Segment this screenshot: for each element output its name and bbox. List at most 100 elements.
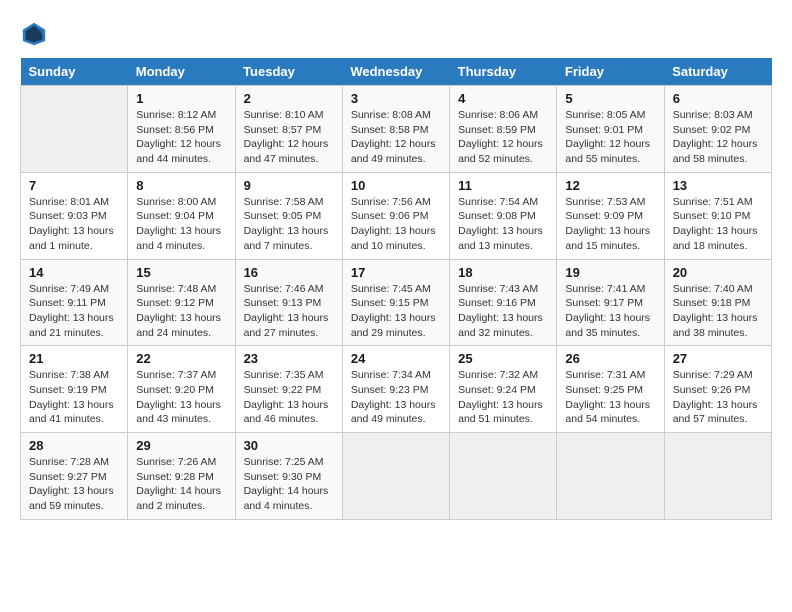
calendar-cell: 22 Sunrise: 7:37 AM Sunset: 9:20 PM Dayli… [128,346,235,433]
calendar-cell: 29 Sunrise: 7:26 AM Sunset: 9:28 PM Dayli… [128,433,235,520]
day-number: 4 [458,91,548,106]
day-number: 26 [565,351,655,366]
day-number: 9 [244,178,334,193]
day-info: Sunrise: 7:58 AM Sunset: 9:05 PM Dayligh… [244,195,334,254]
calendar-cell: 26Sunrise: 7:31 AM Sunset: 9:25 PM Dayli… [557,346,664,433]
day-info: Sunrise: 7:56 AM Sunset: 9:06 PM Dayligh… [351,195,441,254]
day-info: Sunrise: 8:00 AM Sunset: 9:04 PM Dayligh… [136,195,226,254]
calendar-cell: 17 Sunrise: 7:45 AM Sunset: 9:15 PM Dayli… [342,259,449,346]
calendar-cell: 24 Sunrise: 7:34 AM Sunset: 9:23 PM Dayli… [342,346,449,433]
calendar-cell: 20 Sunrise: 7:40 AM Sunset: 9:18 PM Dayli… [664,259,771,346]
calendar-cell: 10 Sunrise: 7:56 AM Sunset: 9:06 PM Dayli… [342,172,449,259]
day-number: 2 [244,91,334,106]
day-number: 17 [351,265,441,280]
day-number: 19 [565,265,655,280]
calendar-cell [342,433,449,520]
day-number: 3 [351,91,441,106]
logo-icon [20,20,48,48]
day-info: Sunrise: 7:25 AM Sunset: 9:30 PM Dayligh… [244,455,334,514]
week-row-5: 28 Sunrise: 7:28 AM Sunset: 9:27 PM Dayli… [21,433,772,520]
day-info: Sunrise: 7:45 AM Sunset: 9:15 PM Dayligh… [351,282,441,341]
day-header-sunday: Sunday [21,58,128,86]
day-info: Sunrise: 7:29 AM Sunset: 9:26 PM Dayligh… [673,368,763,427]
day-number: 20 [673,265,763,280]
day-info: Sunrise: 7:51 AM Sunset: 9:10 PM Dayligh… [673,195,763,254]
day-number: 22 [136,351,226,366]
calendar-cell: 13 Sunrise: 7:51 AM Sunset: 9:10 PM Dayli… [664,172,771,259]
day-number: 27 [673,351,763,366]
day-number: 11 [458,178,548,193]
calendar-cell: 16 Sunrise: 7:46 AM Sunset: 9:13 PM Dayli… [235,259,342,346]
day-header-tuesday: Tuesday [235,58,342,86]
calendar-cell [557,433,664,520]
day-info: Sunrise: 7:41 AM Sunset: 9:17 PM Dayligh… [565,282,655,341]
calendar-cell [450,433,557,520]
calendar-cell: 5Sunrise: 8:05 AM Sunset: 9:01 PM Daylig… [557,86,664,173]
calendar-cell: 14 Sunrise: 7:49 AM Sunset: 9:11 PM Dayli… [21,259,128,346]
day-info: Sunrise: 7:40 AM Sunset: 9:18 PM Dayligh… [673,282,763,341]
day-number: 25 [458,351,548,366]
day-info: Sunrise: 8:08 AM Sunset: 8:58 PM Dayligh… [351,108,441,167]
calendar-cell: 8Sunrise: 8:00 AM Sunset: 9:04 PM Daylig… [128,172,235,259]
day-header-friday: Friday [557,58,664,86]
logo [20,20,52,48]
day-info: Sunrise: 8:10 AM Sunset: 8:57 PM Dayligh… [244,108,334,167]
day-number: 6 [673,91,763,106]
calendar-cell: 25 Sunrise: 7:32 AM Sunset: 9:24 PM Dayli… [450,346,557,433]
calendar-table: SundayMondayTuesdayWednesdayThursdayFrid… [20,58,772,520]
calendar-cell: 6 Sunrise: 8:03 AM Sunset: 9:02 PM Daylig… [664,86,771,173]
day-info: Sunrise: 8:03 AM Sunset: 9:02 PM Dayligh… [673,108,763,167]
calendar-cell: 4 Sunrise: 8:06 AM Sunset: 8:59 PM Daylig… [450,86,557,173]
week-row-1: 1 Sunrise: 8:12 AM Sunset: 8:56 PM Daylig… [21,86,772,173]
day-number: 1 [136,91,226,106]
day-info: Sunrise: 7:53 AM Sunset: 9:09 PM Dayligh… [565,195,655,254]
day-info: Sunrise: 7:38 AM Sunset: 9:19 PM Dayligh… [29,368,119,427]
day-number: 14 [29,265,119,280]
calendar-cell: 21 Sunrise: 7:38 AM Sunset: 9:19 PM Dayli… [21,346,128,433]
calendar-cell: 15Sunrise: 7:48 AM Sunset: 9:12 PM Dayli… [128,259,235,346]
day-info: Sunrise: 7:34 AM Sunset: 9:23 PM Dayligh… [351,368,441,427]
week-row-3: 14 Sunrise: 7:49 AM Sunset: 9:11 PM Dayli… [21,259,772,346]
day-info: Sunrise: 7:26 AM Sunset: 9:28 PM Dayligh… [136,455,226,514]
day-info: Sunrise: 7:28 AM Sunset: 9:27 PM Dayligh… [29,455,119,514]
day-number: 28 [29,438,119,453]
day-number: 10 [351,178,441,193]
day-info: Sunrise: 7:48 AM Sunset: 9:12 PM Dayligh… [136,282,226,341]
calendar-cell: 1 Sunrise: 8:12 AM Sunset: 8:56 PM Daylig… [128,86,235,173]
calendar-cell: 19 Sunrise: 7:41 AM Sunset: 9:17 PM Dayli… [557,259,664,346]
week-row-4: 21 Sunrise: 7:38 AM Sunset: 9:19 PM Dayli… [21,346,772,433]
calendar-cell: 30 Sunrise: 7:25 AM Sunset: 9:30 PM Dayli… [235,433,342,520]
day-number: 24 [351,351,441,366]
day-header-wednesday: Wednesday [342,58,449,86]
header [20,20,772,48]
calendar-cell: 28 Sunrise: 7:28 AM Sunset: 9:27 PM Dayli… [21,433,128,520]
calendar-cell: 23Sunrise: 7:35 AM Sunset: 9:22 PM Dayli… [235,346,342,433]
calendar-cell: 3 Sunrise: 8:08 AM Sunset: 8:58 PM Daylig… [342,86,449,173]
week-row-2: 7 Sunrise: 8:01 AM Sunset: 9:03 PM Daylig… [21,172,772,259]
day-info: Sunrise: 7:46 AM Sunset: 9:13 PM Dayligh… [244,282,334,341]
calendar-cell: 2 Sunrise: 8:10 AM Sunset: 8:57 PM Daylig… [235,86,342,173]
day-info: Sunrise: 8:05 AM Sunset: 9:01 PM Dayligh… [565,108,655,167]
day-number: 21 [29,351,119,366]
calendar-cell [664,433,771,520]
day-header-thursday: Thursday [450,58,557,86]
day-info: Sunrise: 7:37 AM Sunset: 9:20 PM Dayligh… [136,368,226,427]
day-number: 18 [458,265,548,280]
calendar-cell [21,86,128,173]
day-info: Sunrise: 7:32 AM Sunset: 9:24 PM Dayligh… [458,368,548,427]
day-number: 30 [244,438,334,453]
days-header-row: SundayMondayTuesdayWednesdayThursdayFrid… [21,58,772,86]
calendar-cell: 7 Sunrise: 8:01 AM Sunset: 9:03 PM Daylig… [21,172,128,259]
day-info: Sunrise: 8:01 AM Sunset: 9:03 PM Dayligh… [29,195,119,254]
day-info: Sunrise: 7:49 AM Sunset: 9:11 PM Dayligh… [29,282,119,341]
day-info: Sunrise: 8:06 AM Sunset: 8:59 PM Dayligh… [458,108,548,167]
day-number: 7 [29,178,119,193]
day-info: Sunrise: 8:12 AM Sunset: 8:56 PM Dayligh… [136,108,226,167]
day-header-monday: Monday [128,58,235,86]
calendar-cell: 12Sunrise: 7:53 AM Sunset: 9:09 PM Dayli… [557,172,664,259]
day-number: 16 [244,265,334,280]
calendar-cell: 27 Sunrise: 7:29 AM Sunset: 9:26 PM Dayli… [664,346,771,433]
day-number: 13 [673,178,763,193]
day-info: Sunrise: 7:43 AM Sunset: 9:16 PM Dayligh… [458,282,548,341]
day-number: 29 [136,438,226,453]
